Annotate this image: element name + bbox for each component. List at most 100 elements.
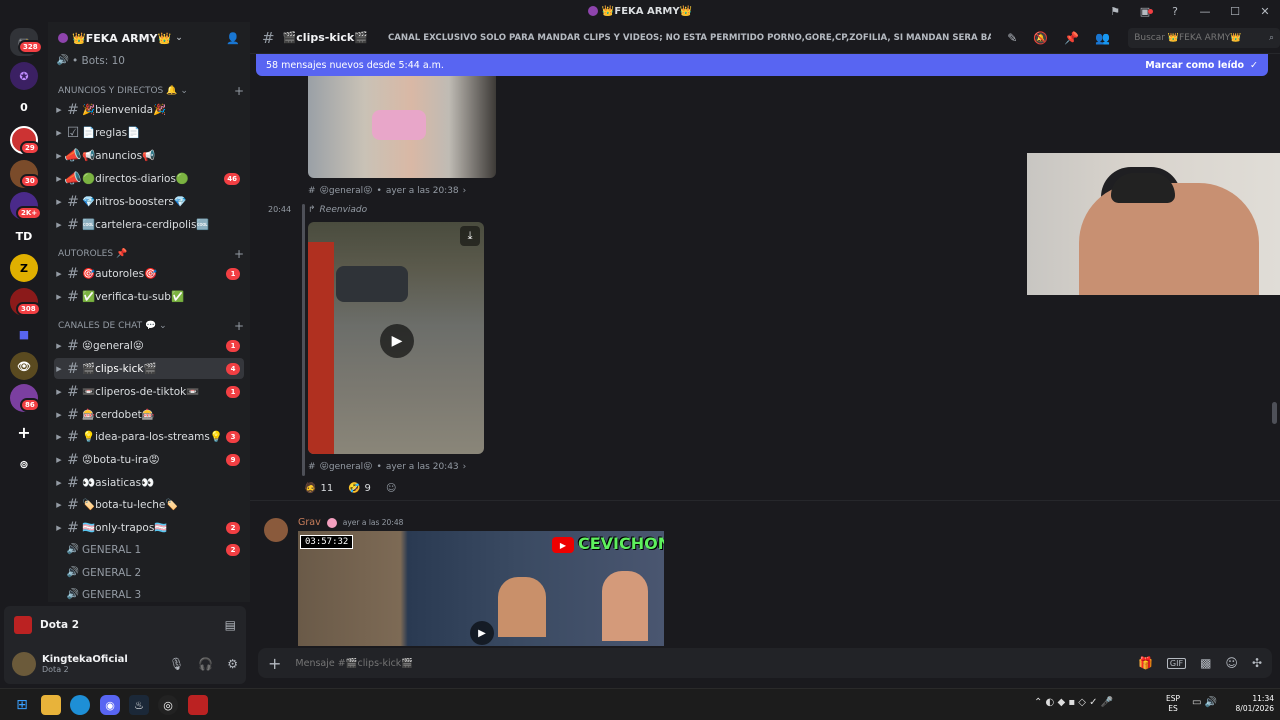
add-channel-icon[interactable]: + (234, 84, 244, 98)
voice-channel[interactable]: 🔊 GENERAL 2 (54, 562, 244, 583)
channel-item[interactable]: ▶ # 👀asiaticas👀 (54, 472, 244, 493)
inbox-flag-icon[interactable]: ⚑ (1100, 5, 1130, 18)
add-server-icon[interactable]: + (10, 418, 38, 446)
file-explorer-icon[interactable] (41, 695, 61, 715)
add-attachment-icon[interactable]: + (268, 654, 281, 673)
message-author[interactable]: Grav (298, 517, 321, 528)
play-button-icon[interactable]: ▶ (470, 621, 494, 645)
voice-channel[interactable]: 🔊 GENERAL 1 2 (54, 539, 244, 560)
channel-item[interactable]: ▶ 📣 🟢directos-diarios🟢 46 (54, 168, 244, 189)
category-anuncios[interactable]: ANUNCIOS Y DIRECTOS 🔔 ⌄ + (58, 83, 244, 99)
edge-browser-icon[interactable] (70, 695, 90, 715)
forward-source-2[interactable]: # 😝general😝 • ayer a las 20:43 › (308, 462, 466, 472)
reaction-count: 9 (364, 482, 371, 494)
category-chat[interactable]: CANALES DE CHAT 💬 ⌄ + (58, 318, 244, 334)
server-icon-yellow[interactable]: Z (10, 254, 38, 282)
channel-item[interactable]: ▶ # 🏷️bota-tu-leche🏷️ (54, 494, 244, 515)
folder-icon[interactable]: ■ (10, 320, 38, 348)
search-box[interactable]: ⌕ (1128, 27, 1280, 48)
mark-read-icon: ✓ (1250, 59, 1258, 71)
activity-panel[interactable]: Dota 2 ▤ (4, 606, 246, 644)
hash-icon: # (67, 288, 79, 305)
channel-item[interactable]: ▶ # 🎉bienvenida🎉 (54, 99, 244, 120)
voice-channel-bots[interactable]: 🔊 • Bots: 10 (54, 50, 244, 71)
server-label-0[interactable]: 0 (10, 93, 38, 121)
add-reaction-button[interactable]: ☺ (380, 478, 402, 498)
obs-app-icon[interactable]: ◎ (158, 695, 178, 715)
activity-settings-icon[interactable]: ▤ (225, 618, 236, 632)
channel-item[interactable]: ▶ # 🎯autoroles🎯 1 (54, 263, 244, 284)
channel-item[interactable]: ▶ # 💡idea-para-los-streams💡 3 (54, 426, 244, 447)
voice-channel[interactable]: 🔊 GENERAL 3 (54, 584, 244, 605)
server-label-td[interactable]: TD (10, 222, 38, 250)
hash-icon: # (67, 360, 79, 377)
server-icon-eye[interactable]: 👁 (10, 352, 38, 380)
channel-item[interactable]: ▶ # 💎nitros-boosters💎 (54, 191, 244, 212)
explore-icon[interactable]: ⊚ (10, 450, 38, 478)
new-messages-banner[interactable]: 58 mensajes nuevos desde 5:44 a.m. Marca… (256, 54, 1268, 76)
forward-source-time: ayer a las 20:43 (385, 462, 459, 472)
avatar[interactable] (12, 652, 36, 676)
emoji-icon[interactable]: ☺ (1225, 656, 1238, 670)
channel-item[interactable]: ▶ # 🎰cerdobet🎰 (54, 404, 244, 425)
pin-icon[interactable]: 📌 (1064, 31, 1079, 45)
sticker-icon[interactable]: ▩ (1200, 656, 1211, 670)
channel-item[interactable]: ▶ ☑ 📄reglas📄 (54, 122, 244, 143)
channel-item[interactable]: ▶ # 😡bota-tu-ira😡 9 (54, 449, 244, 470)
image-attachment-1[interactable] (308, 76, 496, 178)
network-volume-icons[interactable]: ▭ 🔊 (1192, 697, 1217, 708)
search-input[interactable] (1134, 32, 1265, 43)
gift-icon[interactable]: 🎁 (1138, 656, 1153, 670)
user-settings-gear-icon[interactable]: ⚙ (227, 657, 238, 671)
apps-icon[interactable]: ✣ (1252, 656, 1262, 670)
avatar[interactable] (264, 518, 288, 542)
discord-app-icon[interactable]: ◉ (100, 695, 120, 715)
windows-start-icon[interactable]: ⊞ (12, 695, 32, 715)
mark-read-button[interactable]: Marcar como leído (1145, 60, 1244, 71)
screen-share-icon[interactable]: ▣ (1130, 5, 1160, 18)
add-channel-icon[interactable]: + (234, 319, 244, 333)
channel-item[interactable]: ▶ # 🆒cartelera-cerdipolis🆒 (54, 214, 244, 235)
microphone-icon[interactable]: 🎙 (169, 657, 184, 671)
search-icon: ⌕ (1268, 32, 1274, 43)
dota2-app-icon[interactable] (188, 695, 208, 715)
reaction-2[interactable]: 🤣 9 (342, 478, 377, 498)
gif-icon[interactable]: GIF (1166, 657, 1187, 669)
help-icon[interactable]: ? (1160, 5, 1190, 18)
download-icon[interactable]: ⤓ (460, 226, 480, 246)
maximize-button[interactable]: ☐ (1220, 5, 1250, 18)
scrollbar[interactable] (1272, 402, 1277, 424)
channel-item[interactable]: ▶ 📣 📢anuncios📢 (54, 145, 244, 166)
clock[interactable]: 11:34 8/01/2026 (1224, 694, 1274, 714)
play-button-icon[interactable]: ▶ (380, 324, 414, 358)
message-input[interactable] (295, 657, 1124, 669)
server-icon-purple[interactable]: ✪ (10, 62, 38, 90)
headphones-icon[interactable]: 🎧 (198, 657, 213, 671)
hash-icon: # (308, 186, 316, 196)
channel-item[interactable]: ▶ # 😝general😝 1 (54, 335, 244, 356)
video-thumbnail[interactable]: 03:57:32 ▶ CEVICHON ▶ (298, 531, 664, 646)
close-button[interactable]: ✕ (1250, 5, 1280, 18)
channel-name: 💎nitros-boosters💎 (82, 196, 187, 208)
system-tray-icons[interactable]: ⌃ ◐ ◆ ▪ ◇ ✓ 🎤 (1034, 697, 1113, 708)
channel-item[interactable]: ▶ # 🏳️‍⚧️only-trapos🏳️‍⚧️ 2 (54, 517, 244, 538)
language-indicator[interactable]: ESP ES (1163, 694, 1183, 714)
add-channel-icon[interactable]: + (234, 247, 244, 261)
member-list-icon[interactable]: 👥 (1095, 31, 1110, 45)
thumbnail-person-1 (498, 577, 546, 637)
channel-name: 🎬clips-kick🎬 (82, 363, 157, 375)
reaction-1[interactable]: 🧔 11 (298, 478, 339, 498)
steam-app-icon[interactable]: ♨ (129, 695, 149, 715)
add-member-icon[interactable]: 👤 (226, 32, 240, 45)
user-info[interactable]: KingtekaOficial Dota 2 (42, 654, 128, 674)
channel-item[interactable]: ▶ # 📼cliperos-de-tiktok📼 1 (54, 381, 244, 402)
video-attachment[interactable]: ▶ ⤓ (308, 222, 484, 454)
minimize-button[interactable]: — (1190, 5, 1220, 18)
channel-topic[interactable]: CANAL EXCLUSIVO SOLO PARA MANDAR CLIPS Y… (388, 33, 991, 43)
category-autoroles[interactable]: AUTOROLES 📌 + (58, 246, 244, 262)
forward-source-1[interactable]: # 😝general😝 • ayer a las 20:38 › (308, 186, 466, 196)
channel-item[interactable]: ▶ # ✅verifica-tu-sub✅ (54, 286, 244, 307)
notifications-muted-icon[interactable]: 🔕 (1033, 31, 1048, 45)
channel-item-selected[interactable]: ▶ # 🎬clips-kick🎬 4 (54, 358, 244, 379)
threads-icon[interactable]: ✎ (1007, 31, 1017, 45)
